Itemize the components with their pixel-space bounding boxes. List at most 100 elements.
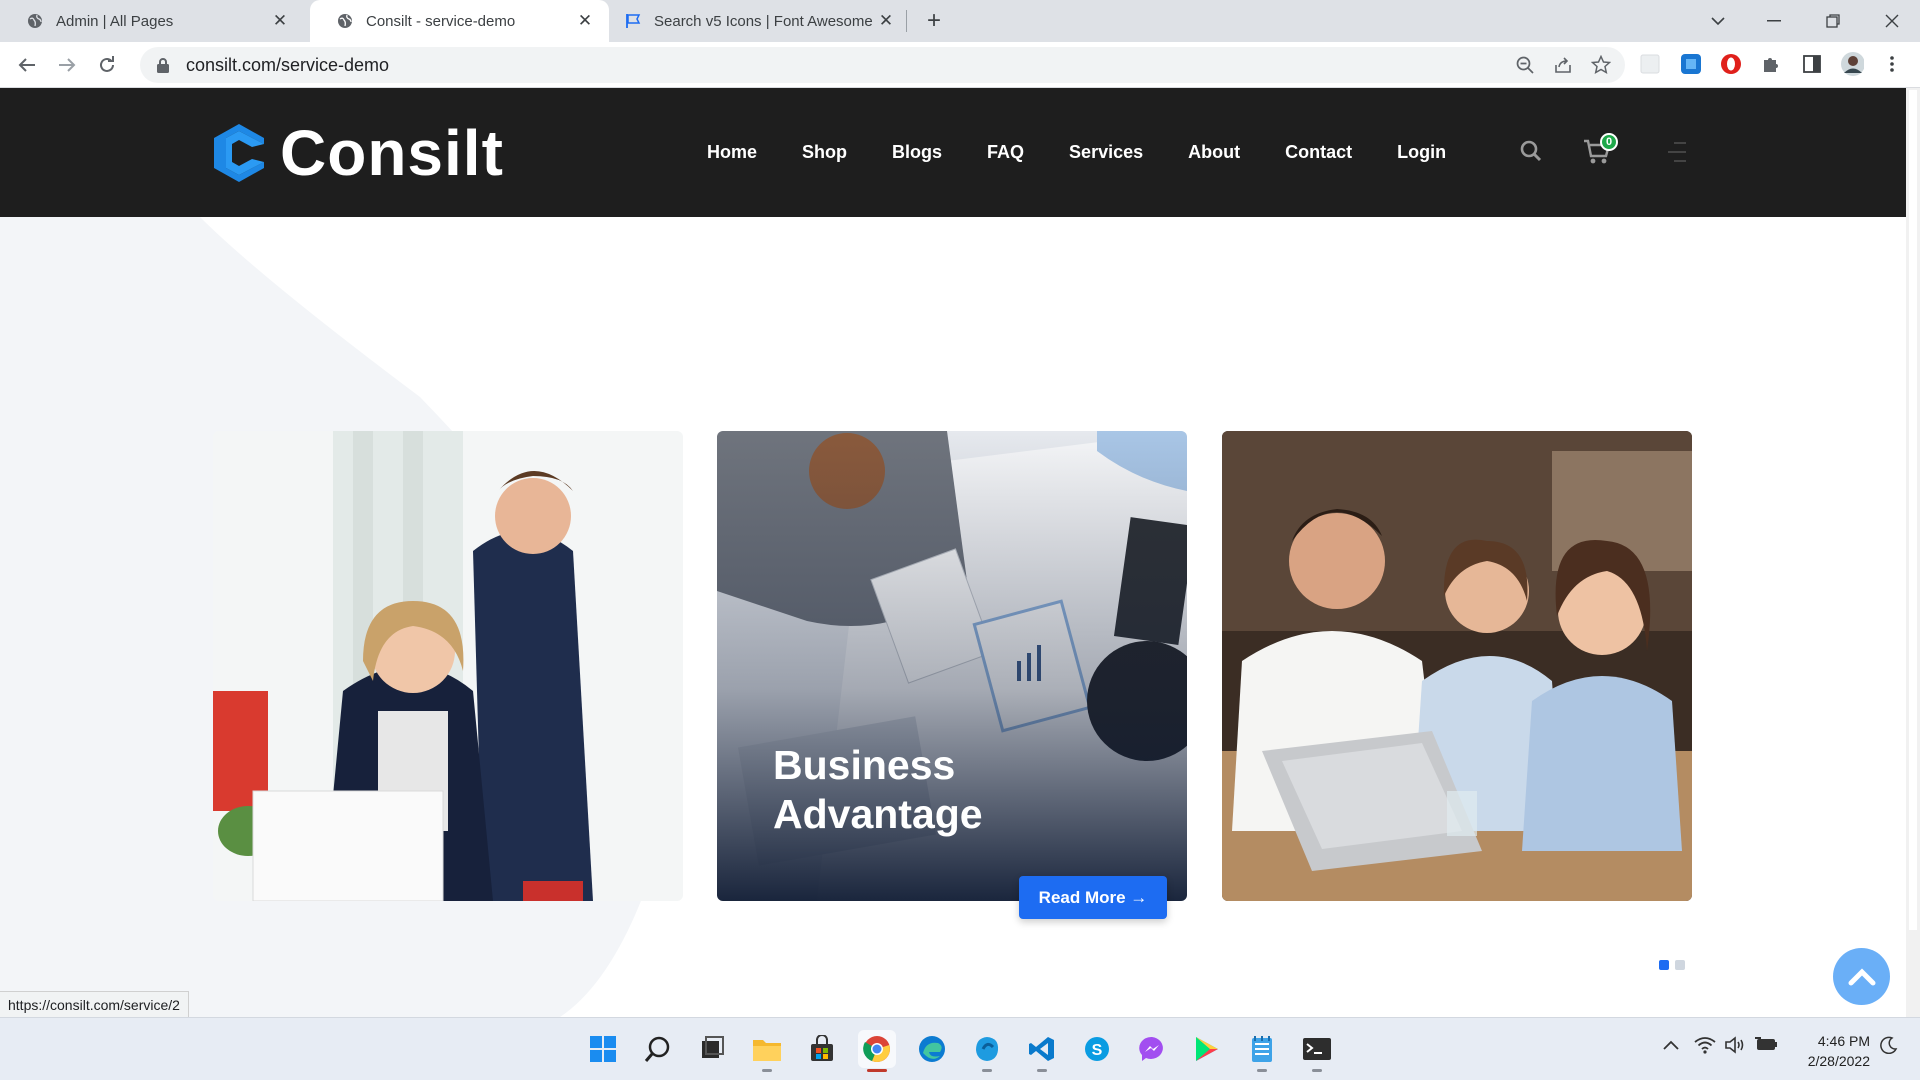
restore-button[interactable] [1805,0,1861,42]
globe-icon [26,12,44,30]
tab-title: Consilt - service-demo [366,12,516,30]
system-clock[interactable]: 4:46 PM 2/28/2022 [1790,1031,1870,1071]
nav-shop[interactable]: Shop [802,142,847,163]
team-photo-image [1222,431,1692,901]
running-indicator [1037,1069,1047,1072]
zoom-icon[interactable] [1511,51,1539,79]
cart-count-badge: 0 [1600,133,1618,151]
link-status-bar: https://consilt.com/service/2 [0,991,189,1017]
svg-text:S: S [1092,1042,1103,1059]
nav-home[interactable]: Home [707,142,757,163]
tab-separator [906,10,907,32]
running-indicator [982,1069,992,1072]
tab-title: Search v5 Icons | Font Awesome [654,12,873,30]
arrow-left-icon [18,58,35,72]
chrome-icon[interactable] [858,1030,896,1072]
app-icon[interactable] [968,1030,1006,1072]
slider-pagination [1659,960,1685,970]
office-photo-image [213,431,683,901]
minimize-button[interactable] [1746,0,1802,42]
start-icon[interactable] [584,1030,622,1068]
messenger-icon[interactable] [1133,1030,1171,1068]
flag-icon [624,12,642,30]
chevron-down-icon [1711,17,1725,26]
extensions-puzzle-icon[interactable] [1759,52,1783,76]
tab-admin-pages[interactable]: Admin | All Pages ✕ [0,0,304,42]
logo-mark-icon [214,124,264,182]
search-icon[interactable] [639,1030,677,1068]
terminal-icon[interactable] [1298,1030,1336,1072]
scroll-to-top-button[interactable] [1833,948,1890,1005]
service-card-2[interactable]: Business Advantage [717,431,1187,901]
slider-dot-2[interactable] [1675,960,1685,970]
notification-moon-icon[interactable] [1880,1036,1898,1059]
extension-blue-icon[interactable] [1679,52,1703,76]
arrow-right-icon [59,58,76,72]
tab-font-awesome[interactable]: Search v5 Icons | Font Awesome ✕ [612,0,910,42]
file-explorer-icon[interactable] [748,1030,786,1072]
reload-button[interactable] [93,51,121,79]
clock-time: 4:46 PM [1817,1033,1870,1049]
new-tab-button[interactable]: + [920,9,948,33]
address-bar[interactable]: consilt.com/service-demo [140,47,1625,83]
nav-login[interactable]: Login [1397,142,1446,163]
search-icon[interactable] [1520,140,1542,167]
chevron-up-icon [1848,967,1875,985]
tray-overflow-icon[interactable] [1662,1038,1680,1056]
browser-tab-strip: Admin | All Pages ✕ Consilt - service-de… [0,0,1920,42]
side-panel-icon[interactable] [1800,52,1824,76]
tab-search-button[interactable] [1690,0,1746,42]
scrollbar-thumb[interactable] [1909,90,1917,930]
read-more-button[interactable]: Read More → [1019,876,1167,919]
lock-icon [157,58,169,73]
card-title-line: Business [773,742,956,788]
play-store-icon[interactable] [1188,1030,1226,1068]
bookmark-star-icon[interactable] [1587,51,1615,79]
nav-about[interactable]: About [1188,142,1240,163]
card-title: Business Advantage [773,741,983,839]
browser-toolbar: consilt.com/service-demo [0,42,1920,88]
task-view-icon[interactable] [693,1030,731,1068]
url-text: consilt.com/service-demo [186,54,390,75]
back-button[interactable] [13,51,41,79]
close-window-button[interactable] [1864,0,1920,42]
logo-text: Consilt [280,117,504,189]
extension-blank-icon[interactable] [1638,52,1662,76]
site-logo[interactable]: Consilt [212,117,504,189]
volume-icon[interactable] [1724,1036,1746,1059]
running-indicator [1312,1069,1322,1072]
reload-icon [100,56,114,72]
slider-dot-1[interactable] [1659,960,1669,970]
vscode-icon[interactable] [1023,1030,1061,1072]
close-tab-icon[interactable]: ✕ [876,11,896,31]
tab-title: Admin | All Pages [56,12,174,30]
windows-taskbar: S 4:46 PM 2/28/2022 [0,1017,1920,1080]
menu-toggle-icon[interactable] [1668,140,1688,169]
skype-icon[interactable]: S [1078,1030,1116,1068]
nav-contact[interactable]: Contact [1285,142,1352,163]
opera-extension-icon[interactable] [1719,52,1743,76]
running-indicator [1257,1069,1267,1072]
tab-consilt-service-demo[interactable]: Consilt - service-demo ✕ [310,0,609,42]
chrome-menu-icon[interactable] [1880,52,1904,76]
nav-faq[interactable]: FAQ [987,142,1024,163]
site-header: Consilt Home Shop Blogs FAQ Services Abo… [0,88,1906,217]
close-tab-icon[interactable]: ✕ [270,11,290,31]
close-tab-icon[interactable]: ✕ [575,11,595,31]
service-card-1[interactable] [213,431,683,901]
services-section: Business Advantage Read More → [0,217,1906,1017]
share-icon[interactable] [1549,51,1577,79]
wifi-icon[interactable] [1694,1036,1716,1059]
forward-button[interactable] [53,51,81,79]
service-card-3[interactable] [1222,431,1692,901]
edge-icon[interactable] [913,1030,951,1068]
profile-avatar[interactable] [1840,52,1864,76]
running-indicator [762,1069,772,1072]
page-scrollbar[interactable] [1906,88,1920,1017]
globe-icon [336,12,354,30]
store-icon[interactable] [803,1030,841,1068]
battery-icon[interactable] [1754,1036,1778,1057]
nav-blogs[interactable]: Blogs [892,142,942,163]
nav-services[interactable]: Services [1069,142,1143,163]
notepad-icon[interactable] [1243,1030,1281,1072]
